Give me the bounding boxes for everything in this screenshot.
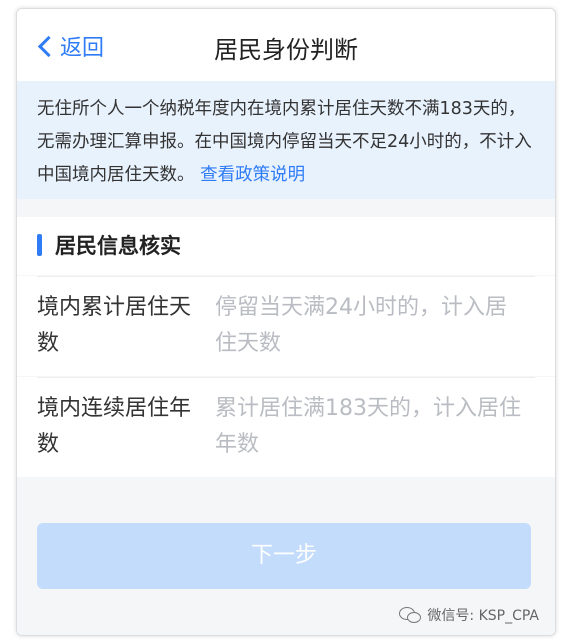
divider: [37, 276, 535, 277]
divider: [37, 377, 535, 378]
bottom-action-area: 下一步 微信号: KSP_CPA: [17, 478, 555, 635]
notice-banner: 无住所个人一个纳税年度内在境内累计居住天数不满183天的，无需办理汇算申报。在中…: [17, 81, 555, 199]
notice-text-block: 无住所个人一个纳税年度内在境内累计居住天数不满183天的，无需办理汇算申报。在中…: [37, 93, 537, 192]
wechat-icon: [399, 607, 422, 623]
form-row-cumulative-days[interactable]: 境内累计居住天数 停留当天满24小时的，计入居住天数: [17, 276, 555, 376]
page-title: 居民身份判断: [214, 36, 358, 64]
form-row-consecutive-years[interactable]: 境内连续居住年数 累计居住满183天的，计入居住年数: [17, 377, 555, 477]
section-header: 居民信息核实: [17, 217, 555, 275]
consecutive-years-label: 境内连续居住年数: [37, 396, 192, 457]
phone-screen: 返回 居民身份判断 无住所个人一个纳税年度内在境内累计居住天数不满183天的，无…: [16, 8, 556, 636]
next-step-button[interactable]: 下一步: [37, 523, 531, 589]
cumulative-days-label: 境内累计居住天数: [37, 295, 192, 356]
consecutive-years-input[interactable]: 累计居住满183天的，计入居住年数: [215, 391, 525, 463]
section-title: 居民信息核实: [55, 234, 181, 258]
watermark-text: 微信号: KSP_CPA: [427, 608, 539, 624]
navigation-bar: 返回 居民身份判断: [17, 9, 555, 81]
section-accent-bar: [37, 234, 42, 256]
watermark: 微信号: KSP_CPA: [399, 605, 539, 625]
policy-link[interactable]: 查看政策说明: [200, 165, 305, 185]
cumulative-days-input[interactable]: 停留当天满24小时的，计入居住天数: [215, 290, 525, 362]
